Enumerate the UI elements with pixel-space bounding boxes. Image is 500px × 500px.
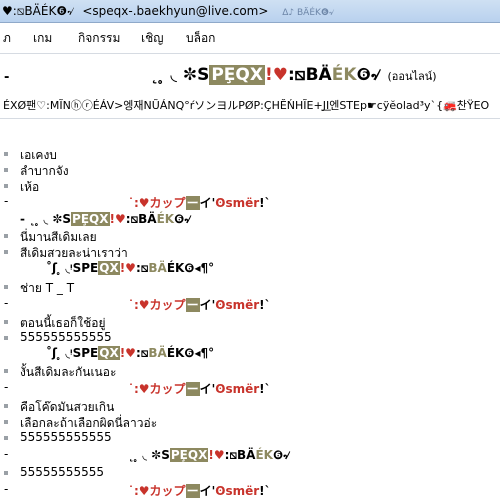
- menu-item-blog[interactable]: บล็อก: [186, 23, 215, 53]
- message-row: ตอนนี้เธอก็ใช้อยู่: [0, 314, 500, 331]
- message-text: 55555555555: [20, 465, 104, 479]
- sender-line-contact: - ˛ ̥ ◟ ✼SPȨQX!♥:⧅BÄÉK❻৵: [0, 211, 500, 228]
- contact-name-red: !♥: [264, 65, 288, 85]
- message-bullet: [4, 168, 8, 172]
- message-row: ช่าย T _ T: [0, 279, 500, 296]
- sender-line-me: - ˙:♥カップーイ'ʘsmër!`: [0, 194, 500, 211]
- sender-line-me: - ˙:♥カップーイ'ʘsmër!`: [0, 296, 500, 313]
- message-bullet: [4, 320, 8, 324]
- window-title-email: <speqx-.baekhyun@live.com>: [82, 4, 269, 18]
- message-row: 55555555555: [0, 465, 500, 482]
- sender-dash: -: [4, 296, 9, 310]
- message-bullet: [4, 250, 8, 254]
- message-row: ลำบากจัง: [0, 162, 500, 179]
- contact-name-olive: ÉK: [331, 65, 357, 85]
- message-row: เลือกละถ้าเลือกผิดนี่ลาวอ่ะ: [0, 414, 500, 431]
- message-bullet: [4, 152, 8, 156]
- header-divider: [0, 118, 500, 119]
- header-dash: -: [4, 70, 10, 85]
- contact-status: (ออนไลน์): [387, 70, 437, 83]
- sender-name-me: ˙:♥カップーイ'ʘsmër!`: [128, 382, 271, 396]
- message-row: สีเดิมสวยละน่าเราว่า: [0, 244, 500, 261]
- message-bullet: [4, 471, 8, 475]
- contact-name-mid: :⧅BÄ: [287, 65, 332, 85]
- message-row: 555555555555: [0, 330, 500, 347]
- sender-line-contact: ˚ʃ ̥ ◟ᵎSPEQX!♥:⧅BÄÉK❻◂¶°: [0, 346, 500, 363]
- message-text: 555555555555: [20, 430, 112, 444]
- message-row: นี่มานสีเดิมเลย: [0, 228, 500, 245]
- window-title-ghost: Δ♪ BÄÉK❻৵: [282, 8, 335, 18]
- sender-dash: -: [4, 482, 9, 496]
- menu-item-activities[interactable]: กิจกรรม: [78, 23, 120, 53]
- contact-name-highlight: PȨQX: [209, 65, 265, 85]
- message-row: คือโค๊ดมันสวยเกิน: [0, 398, 500, 415]
- contact-name-pre: ˛ ̥ ◟ ✼S: [150, 65, 210, 85]
- personal-message: ÉXØ팬♡:MĨNⓗⓡÉÁV>엥재NŨÁNQ°ŕソンヨルPØP:ÇHĔŃHĨE+…: [3, 99, 490, 112]
- sender-dash: -: [4, 194, 9, 208]
- sender-line-me: - ˙:♥カップーイ'ʘsmër!`: [0, 482, 500, 499]
- menu-bar: ภ เกม กิจกรรม เชิญ บล็อก: [0, 23, 500, 53]
- window-title-name: ♥:⧅BÄÉK❻৵: [2, 4, 75, 18]
- sender-line-contact: ˚ʃ ̥ ◟ᵎSPEQX!♥:⧅BÄÉK❻◂¶°: [0, 261, 500, 278]
- menu-item-games[interactable]: เกม: [33, 23, 52, 53]
- message-bullet: [4, 285, 8, 289]
- chat-transcript[interactable]: เอเคงบ ลำบากจัง เห้อ - ˙:♥カップーイ'ʘsmër!` …: [0, 142, 500, 500]
- sender-name-me: ˙:♥カップーイ'ʘsmër!`: [128, 298, 271, 312]
- message-bullet: [4, 404, 8, 408]
- menu-item-invite[interactable]: เชิญ: [141, 23, 163, 53]
- message-bullet: [4, 436, 8, 440]
- sender-dash: -: [4, 380, 9, 394]
- contact-display-name[interactable]: ˛ ̥ ◟ ✼S PȨQX !♥:⧅BÄÉK❻৵ (ออนไลน์): [150, 62, 437, 90]
- sender-dash: -: [4, 447, 9, 461]
- message-text: 555555555555: [20, 330, 112, 344]
- message-row: งั้นสีเดิมละกันเนอะ: [0, 363, 500, 380]
- message-bullet: [4, 369, 8, 373]
- contact-name-post: ❻৵: [356, 65, 382, 85]
- menu-divider: [0, 53, 500, 54]
- sender-name-contact: ˛ ̥ ◟ ✼SPȨQX!♥:⧅BÄÉK❻৵: [128, 448, 291, 462]
- message-row: 555555555555: [0, 430, 500, 447]
- window-title-bar: ♥:⧅BÄÉK❻৵ <speqx-.baekhyun@live.com> Δ♪ …: [0, 0, 500, 23]
- message-bullet: [4, 420, 8, 424]
- sender-name-me: ˙:♥カップーイ'ʘsmër!`: [128, 196, 271, 210]
- sender-line-me: - ˙:♥カップーイ'ʘsmër!`: [0, 380, 500, 397]
- sender-name-contact: ˚ʃ ̥ ◟ᵎSPEQX!♥:⧅BÄÉK❻◂¶°: [46, 261, 215, 275]
- sender-line-contact: - ˛ ̥ ◟ ✼SPȨQX!♥:⧅BÄÉK❻৵: [0, 447, 500, 464]
- message-bullet: [4, 184, 8, 188]
- menu-item-cut[interactable]: ภ: [3, 23, 11, 53]
- message-bullet: [4, 234, 8, 238]
- sender-name-contact: ˚ʃ ̥ ◟ᵎSPEQX!♥:⧅BÄÉK❻◂¶°: [46, 346, 215, 360]
- message-bullet: [4, 336, 8, 340]
- message-row: เห้อ: [0, 178, 500, 195]
- message-row: เอเคงบ: [0, 146, 500, 163]
- sender-name-me: ˙:♥カップーイ'ʘsmër!`: [128, 484, 271, 498]
